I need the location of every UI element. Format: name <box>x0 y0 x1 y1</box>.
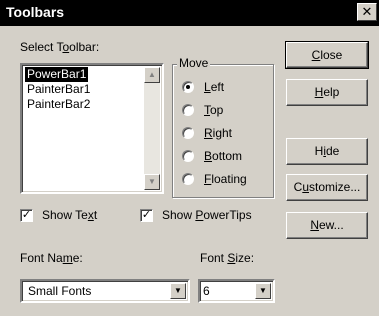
font-size-dropdown-arrow-icon[interactable]: ▼ <box>255 283 271 299</box>
new-button[interactable]: New... <box>286 212 368 239</box>
scroll-down-arrow-icon[interactable]: ▼ <box>144 174 160 190</box>
show-text-label: Show Text <box>42 208 98 222</box>
radio-selected-dot <box>186 85 190 89</box>
font-size-label: Font Size: <box>200 251 255 265</box>
font-name-dropdown-arrow-icon[interactable]: ▼ <box>170 283 186 299</box>
close-button[interactable]: Close <box>285 41 369 69</box>
font-name-label: Font Name: <box>20 251 83 265</box>
close-window-icon[interactable]: ✕ <box>357 3 377 21</box>
radio-bottom-indicator[interactable] <box>182 150 194 162</box>
hide-button[interactable]: Hide <box>286 138 368 165</box>
radio-top-label: Top <box>204 103 224 117</box>
radio-left-indicator[interactable] <box>182 81 194 93</box>
scroll-up-arrow-icon[interactable]: ▲ <box>144 67 160 83</box>
radio-top-indicator[interactable] <box>182 104 194 116</box>
radio-floating-label: Floating <box>204 172 247 186</box>
toolbars-dialog: Toolbars ✕ Select Toolbar: PowerBar1 Pai… <box>0 0 379 316</box>
list-item-painterbar2[interactable]: PainterBar2 <box>25 97 92 112</box>
radio-bottom-label: Bottom <box>204 149 243 163</box>
title-bar: Toolbars ✕ <box>0 0 379 26</box>
show-text-checkmark-icon[interactable]: ✓ <box>20 209 33 222</box>
customize-button[interactable]: Customize... <box>286 174 368 201</box>
toolbar-listbox[interactable]: PowerBar1 PainterBar1 PainterBar2 ▲ ▼ <box>20 63 164 194</box>
select-toolbar-label: Select Toolbar: <box>20 40 100 54</box>
font-size-value: 6 <box>203 284 210 298</box>
move-group-legend: Move <box>177 56 211 70</box>
listbox-scrollbar[interactable]: ▲ ▼ <box>144 67 160 190</box>
radio-right-label: Right <box>204 126 233 140</box>
radio-left-label: Left <box>204 80 225 94</box>
show-powertips-label: Show PowerTips <box>162 208 252 222</box>
font-name-combobox[interactable]: Small Fonts ▼ <box>20 279 190 303</box>
radio-floating-indicator[interactable] <box>182 173 194 185</box>
radio-right-indicator[interactable] <box>182 127 194 139</box>
dialog-title: Toolbars <box>6 4 65 20</box>
show-powertips-checkmark-icon[interactable]: ✓ <box>140 209 153 222</box>
font-size-combobox[interactable]: 6 ▼ <box>198 279 275 303</box>
list-item-painterbar1[interactable]: PainterBar1 <box>25 82 92 97</box>
help-button[interactable]: Help <box>286 79 368 106</box>
font-name-value: Small Fonts <box>28 284 92 298</box>
list-item-powerbar1[interactable]: PowerBar1 <box>25 67 89 82</box>
